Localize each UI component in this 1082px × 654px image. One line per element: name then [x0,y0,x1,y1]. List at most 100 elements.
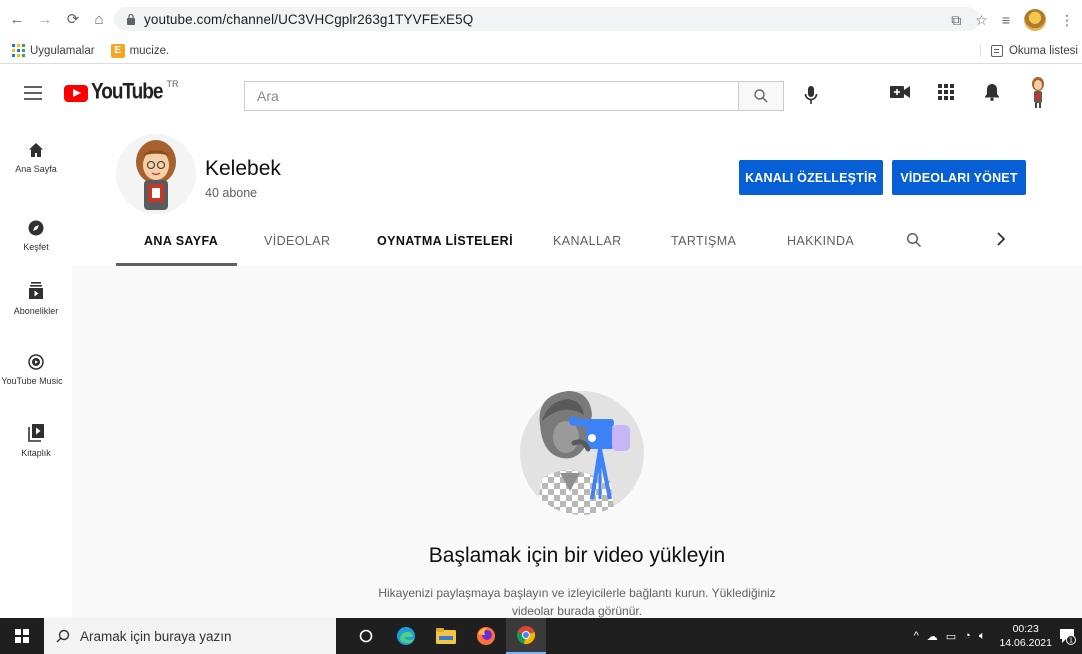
search-icon [906,232,922,248]
manage-videos-button[interactable]: VİDEOLARI YÖNET [892,160,1026,195]
search-input[interactable]: Ara [244,81,738,111]
bookmarks-bar: Uygulamalar E mucize. Okuma listesi [0,38,1082,64]
clock-date: 14.06.2021 [999,637,1052,649]
tabs-scroll-right[interactable] [996,232,1006,249]
music-icon [28,354,44,370]
tab-channels[interactable]: KANALLAR [553,234,622,248]
search-button[interactable] [738,81,784,111]
mucize-favicon-icon: E [110,43,125,58]
onedrive-cloud-icon[interactable]: ☁ [927,630,938,643]
reading-list-icon [990,44,1003,57]
windows-logo-icon [15,629,29,643]
guide-item-explore[interactable]: Keşfet [0,220,72,252]
back-arrow-icon[interactable]: ← [6,8,28,30]
reading-list-label: Okuma listesi [1008,44,1078,57]
empty-state-description: Hikayenizi paylaşmaya başlayın ve izleyi… [378,586,776,618]
file-explorer-app[interactable] [426,618,466,654]
media-queue-icon[interactable]: ≡ [1002,12,1010,28]
windows-taskbar: Aramak için buraya yazın ^ ☁ ▭ ◔ 🔈︎ 00:2… [0,618,1082,654]
address-bar[interactable]: youtube.com/channel/UC3VHCgplr263g1TYVFE… [114,7,980,31]
home-page-icon[interactable]: ⌂ [88,8,110,30]
apps-grid-icon [12,44,25,57]
channel-avatar-image [136,140,176,210]
battery-icon[interactable]: ▭ [946,630,956,643]
tab-discussion[interactable]: TARTIŞMA [671,234,736,248]
edge-app[interactable] [386,618,426,654]
guide-label: Ana Sayfa [15,164,57,174]
taskbar-search-box[interactable]: Aramak için buraya yazın [44,618,336,654]
bookmark-mucize[interactable]: E mucize. [110,43,170,58]
taskbar-apps [346,618,546,654]
notifications-button[interactable] [980,80,1004,104]
start-button[interactable] [0,618,44,654]
install-app-icon[interactable]: ⧉ [951,12,961,29]
menu-hamburger-icon[interactable] [24,86,42,100]
tab-playlists[interactable]: OYNATMA LİSTELERİ [377,234,513,248]
clock-time: 00:23 [1012,623,1039,635]
guide-label: Keşfet [23,242,49,252]
video-camera-plus-icon [890,86,910,98]
tab-videos[interactable]: VİDEOLAR [264,234,330,248]
action-center-notification-icon[interactable]: 1 [1058,627,1076,645]
apps-grid-icon [938,84,954,100]
folder-icon [436,628,456,644]
guide-item-library[interactable]: Kitaplık [0,424,72,458]
voice-search-button[interactable] [800,84,822,106]
channel-name: Kelebek [205,157,281,180]
youtube-logo[interactable]: YouTube TR [64,79,178,105]
apps-button[interactable] [934,80,958,104]
guide-item-subscriptions[interactable]: Abonelikler [0,282,72,316]
task-view-button[interactable] [346,618,386,654]
guide-sidebar: Ana Sayfa Keşfet Abonelikler YouTube Mus… [0,124,72,618]
browser-toolbar: ← → ⟳ ⌂ youtube.com/channel/UC3VHCgplr26… [0,0,1082,38]
task-view-icon [359,629,373,643]
guide-item-youtube-music[interactable]: YouTube Music [0,354,72,386]
chrome-app[interactable] [506,618,546,654]
bookmark-label: mucize. [129,44,170,57]
tab-home[interactable]: ANA SAYFA [144,234,218,248]
tab-about[interactable]: HAKKINDA [787,234,854,248]
show-hidden-icons-icon[interactable]: ^ [914,630,919,642]
search-placeholder: Ara [257,88,279,104]
chrome-icon [516,626,536,645]
guide-label: YouTube Music [1,376,63,386]
channel-tabs: ANA SAYFA VİDEOLAR OYNATMA LİSTELERİ KAN… [116,224,1056,266]
library-icon [28,424,44,442]
subscriber-count: 40 abone [205,186,258,200]
bookmark-label: Uygulamalar [30,44,95,57]
youtube-play-icon [64,84,88,102]
channel-avatar[interactable] [116,134,196,214]
bell-icon [985,84,999,101]
compass-icon [28,220,44,236]
bookmark-apps[interactable]: Uygulamalar [12,44,95,57]
guide-item-home[interactable]: Ana Sayfa [0,142,72,174]
youtube-wordmark: YouTube [91,80,163,105]
taskbar-clock[interactable]: 00:23 14.06.2021 [999,622,1052,650]
subscriptions-icon [29,282,43,299]
reading-list-button[interactable]: Okuma listesi [979,44,1078,57]
notification-count: 1 [1069,637,1073,645]
forward-arrow-icon[interactable]: → [34,8,56,30]
browser-actions: ⧉ ☆ ≡ ⋮ [951,9,1074,31]
taskbar-search-placeholder: Aramak için buraya yazın [80,628,232,644]
microphone-icon [804,86,818,104]
create-video-button[interactable] [888,80,912,104]
volume-icon[interactable]: 🔈︎ [979,630,986,643]
firefox-icon [477,627,495,645]
chevron-right-icon [997,232,1006,246]
url-text: youtube.com/channel/UC3VHCgplr263g1TYVFE… [144,11,474,27]
browser-profile-avatar[interactable] [1024,9,1046,31]
firefox-app[interactable] [466,618,506,654]
empty-state-title: Başlamak için bir video yükleyin [428,544,726,567]
tab-search[interactable] [906,232,922,251]
youtube-masthead: YouTube TR Ara [0,64,1082,124]
guide-label: Abonelikler [13,306,59,316]
customize-channel-button[interactable]: KANALI ÖZELLEŞTİR [739,160,883,195]
reload-icon[interactable]: ⟳ [62,8,84,30]
wifi-icon[interactable]: ◔ [964,630,971,642]
bookmark-star-icon[interactable]: ☆ [975,12,988,29]
account-avatar-button[interactable] [1026,77,1050,108]
search-icon [754,89,768,103]
browser-menu-icon[interactable]: ⋮ [1060,12,1074,29]
lock-icon [127,13,135,25]
